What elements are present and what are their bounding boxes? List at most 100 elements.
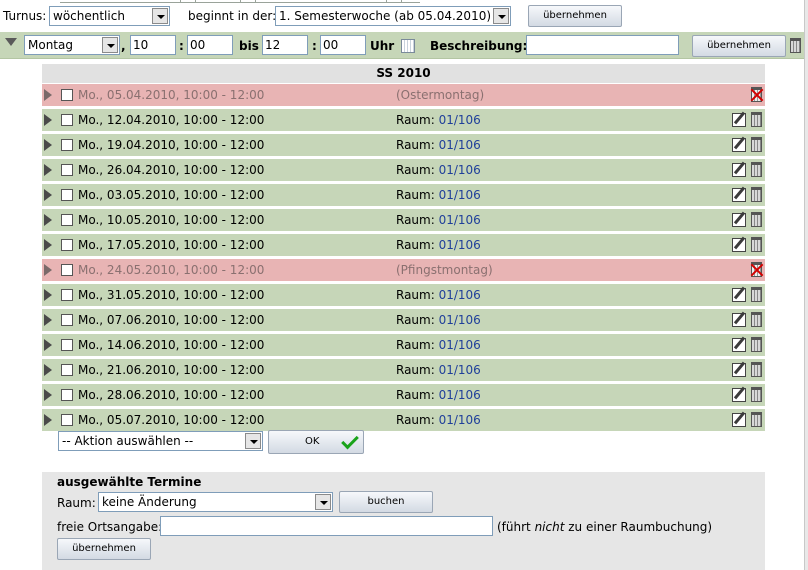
calendar-icon[interactable]	[401, 39, 415, 53]
expand-triangle-icon[interactable]	[44, 289, 52, 301]
edit-icon[interactable]	[732, 238, 746, 252]
row-checkbox[interactable]	[61, 139, 73, 151]
end-minute-input[interactable]: 00	[320, 35, 366, 55]
room-link[interactable]: 01/106	[439, 338, 481, 352]
expand-triangle-icon[interactable]	[44, 239, 52, 251]
table-row[interactable]: Mo., 24.05.2010, 10:00 - 12:00 (Pfingstmo…	[42, 259, 765, 281]
room-link[interactable]: 01/106	[439, 413, 481, 427]
expand-triangle-icon[interactable]	[44, 214, 52, 226]
table-row[interactable]: Mo., 07.06.2010, 10:00 - 12:00 Raum: 01/1…	[42, 309, 765, 331]
buchen-button[interactable]: buchen	[339, 491, 433, 513]
table-row[interactable]: Mo., 10.05.2010, 10:00 - 12:00 Raum: 01/1…	[42, 209, 765, 231]
filter-apply-button[interactable]: übernehmen	[692, 35, 786, 57]
table-row[interactable]: Mo., 21.06.2010, 10:00 - 12:00 Raum: 01/1…	[42, 359, 765, 381]
expand-triangle-icon[interactable]	[44, 164, 52, 176]
table-row[interactable]: Mo., 14.06.2010, 10:00 - 12:00 Raum: 01/1…	[42, 334, 765, 356]
edit-icon[interactable]	[732, 388, 746, 402]
expand-triangle-icon[interactable]	[44, 414, 52, 426]
edit-icon[interactable]	[732, 113, 746, 127]
room-link[interactable]: 01/106	[439, 138, 481, 152]
trash-icon[interactable]	[751, 137, 762, 152]
trash-icon[interactable]	[790, 38, 801, 53]
expand-triangle-icon[interactable]	[44, 89, 52, 101]
room-link[interactable]: 01/106	[439, 113, 481, 127]
selected-apply-button[interactable]: übernehmen	[57, 538, 151, 560]
edit-icon[interactable]	[732, 313, 746, 327]
collapse-triangle-icon[interactable]	[5, 38, 17, 46]
row-checkbox[interactable]	[61, 264, 73, 276]
edit-icon[interactable]	[732, 188, 746, 202]
trash-icon[interactable]	[751, 212, 762, 227]
trash-icon[interactable]	[751, 412, 762, 427]
beginnt-select[interactable]: 1. Semesterwoche (ab 05.04.2010)	[275, 6, 511, 26]
row-checkbox[interactable]	[61, 164, 73, 176]
edit-icon[interactable]	[732, 213, 746, 227]
row-checkbox[interactable]	[61, 414, 73, 426]
edit-icon[interactable]	[732, 163, 746, 177]
table-row[interactable]: Mo., 05.04.2010, 10:00 - 12:00 (Ostermont…	[42, 84, 765, 106]
restore-trash-icon[interactable]	[751, 87, 762, 102]
weekday-select[interactable]: Montag	[24, 35, 120, 55]
row-checkbox[interactable]	[61, 239, 73, 251]
trash-icon[interactable]	[751, 312, 762, 327]
expand-triangle-icon[interactable]	[44, 264, 52, 276]
room-link[interactable]: 01/106	[439, 363, 481, 377]
trash-icon[interactable]	[751, 337, 762, 352]
start-minute-input[interactable]: 00	[187, 35, 233, 55]
trash-icon[interactable]	[751, 162, 762, 177]
turnus-apply-button[interactable]: übernehmen	[528, 5, 622, 27]
edit-icon[interactable]	[732, 363, 746, 377]
trash-icon[interactable]	[751, 362, 762, 377]
raum-select[interactable]: keine Änderung	[98, 492, 333, 512]
beschreibung-input[interactable]	[526, 35, 679, 55]
room-link[interactable]: 01/106	[439, 388, 481, 402]
expand-triangle-icon[interactable]	[44, 389, 52, 401]
room-link[interactable]: 01/106	[439, 188, 481, 202]
edit-icon[interactable]	[732, 138, 746, 152]
row-checkbox[interactable]	[61, 289, 73, 301]
row-checkbox[interactable]	[61, 89, 73, 101]
expand-triangle-icon[interactable]	[44, 314, 52, 326]
row-checkbox[interactable]	[61, 189, 73, 201]
expand-triangle-icon[interactable]	[44, 339, 52, 351]
row-checkbox[interactable]	[61, 339, 73, 351]
row-checkbox[interactable]	[61, 389, 73, 401]
trash-icon[interactable]	[751, 387, 762, 402]
ok-button[interactable]: OK	[268, 430, 364, 454]
room-link[interactable]: 01/106	[439, 238, 481, 252]
edit-icon[interactable]	[732, 288, 746, 302]
table-row[interactable]: Mo., 31.05.2010, 10:00 - 12:00 Raum: 01/1…	[42, 284, 765, 306]
expand-triangle-icon[interactable]	[44, 139, 52, 151]
expand-triangle-icon[interactable]	[44, 114, 52, 126]
room-link[interactable]: 01/106	[439, 213, 481, 227]
action-select[interactable]: -- Aktion auswählen --	[58, 431, 263, 451]
end-hour-input[interactable]: 12	[262, 35, 308, 55]
row-checkbox[interactable]	[61, 114, 73, 126]
trash-icon[interactable]	[751, 287, 762, 302]
room-link[interactable]: 01/106	[439, 313, 481, 327]
table-row[interactable]: Mo., 17.05.2010, 10:00 - 12:00 Raum: 01/1…	[42, 234, 765, 256]
table-row[interactable]: Mo., 12.04.2010, 10:00 - 12:00 Raum: 01/1…	[42, 109, 765, 131]
freie-ortsangabe-input[interactable]	[160, 516, 493, 536]
expand-triangle-icon[interactable]	[44, 364, 52, 376]
row-checkbox[interactable]	[61, 314, 73, 326]
scrollbar[interactable]	[804, 0, 808, 570]
edit-icon[interactable]	[732, 413, 746, 427]
turnus-select[interactable]: wöchentlich	[49, 6, 170, 26]
trash-icon[interactable]	[751, 112, 762, 127]
row-checkbox[interactable]	[61, 364, 73, 376]
restore-trash-icon[interactable]	[751, 262, 762, 277]
room-link[interactable]: 01/106	[439, 163, 481, 177]
trash-icon[interactable]	[751, 237, 762, 252]
table-row[interactable]: Mo., 05.07.2010, 10:00 - 12:00 Raum: 01/1…	[42, 409, 765, 431]
row-checkbox[interactable]	[61, 214, 73, 226]
start-hour-input[interactable]: 10	[130, 35, 176, 55]
table-row[interactable]: Mo., 28.06.2010, 10:00 - 12:00 Raum: 01/1…	[42, 384, 765, 406]
table-row[interactable]: Mo., 03.05.2010, 10:00 - 12:00 Raum: 01/1…	[42, 184, 765, 206]
table-row[interactable]: Mo., 19.04.2010, 10:00 - 12:00 Raum: 01/1…	[42, 134, 765, 156]
room-link[interactable]: 01/106	[439, 288, 481, 302]
edit-icon[interactable]	[732, 338, 746, 352]
expand-triangle-icon[interactable]	[44, 189, 52, 201]
table-row[interactable]: Mo., 26.04.2010, 10:00 - 12:00 Raum: 01/1…	[42, 159, 765, 181]
trash-icon[interactable]	[751, 187, 762, 202]
